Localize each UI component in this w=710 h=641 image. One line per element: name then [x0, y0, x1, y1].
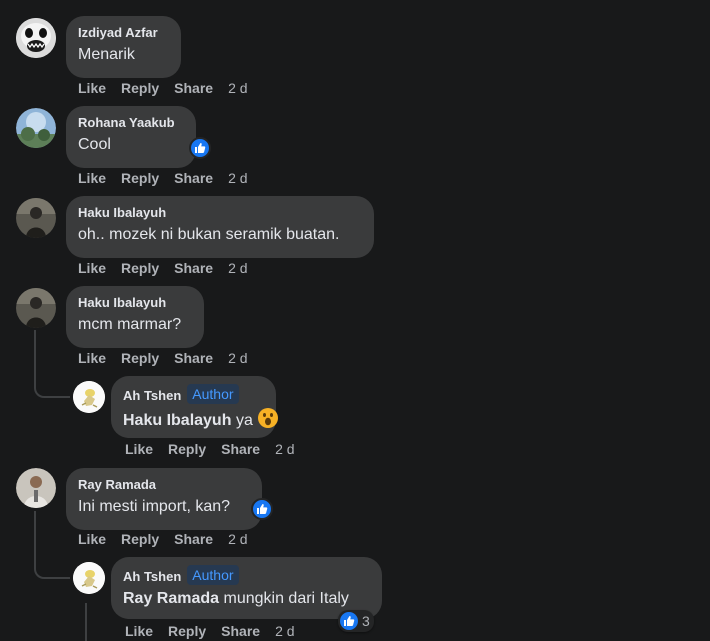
reply-button[interactable]: Reply	[121, 260, 159, 276]
reply-text-body: ya	[235, 412, 253, 429]
reply-text-body: mungkin dari Italy	[223, 590, 349, 607]
reply-actions: Like Reply Share 2 d	[125, 623, 310, 639]
wow-emoji-icon	[257, 407, 279, 435]
avatar[interactable]	[73, 562, 105, 594]
reply-text: Ray Ramada mungkin dari Italy	[123, 588, 370, 609]
avatar[interactable]	[16, 468, 56, 508]
like-button[interactable]: Like	[78, 531, 106, 547]
like-button[interactable]: Like	[125, 623, 153, 639]
comment-actions: Like Reply Share 2 d	[78, 260, 263, 276]
comment-author[interactable]: Haku Ibalayuh	[78, 204, 166, 221]
like-button[interactable]: Like	[125, 441, 153, 457]
like-button[interactable]: Like	[78, 260, 106, 276]
reply-button[interactable]: Reply	[121, 80, 159, 96]
share-button[interactable]: Share	[221, 441, 260, 457]
thread-line	[85, 603, 87, 641]
like-button[interactable]: Like	[78, 170, 106, 186]
reaction-summary[interactable]: 3	[338, 610, 374, 632]
comment-actions: Like Reply Share 2 d	[78, 80, 263, 96]
comment-text: oh.. mozek ni bukan seramik buatan.	[78, 226, 340, 243]
comment-bubble: Haku Ibalayuh mcm marmar?	[66, 286, 204, 348]
comment-bubble: Haku Ibalayuh oh.. mozek ni bukan serami…	[66, 196, 374, 258]
avatar[interactable]	[16, 108, 56, 148]
share-button[interactable]: Share	[174, 80, 213, 96]
comment-timestamp[interactable]: 2 d	[228, 531, 247, 547]
reply-button[interactable]: Reply	[168, 623, 206, 639]
comment-bubble: Izdiyad Azfar Menarik	[66, 16, 181, 78]
reply-timestamp[interactable]: 2 d	[275, 623, 294, 639]
avatar[interactable]	[73, 381, 105, 413]
like-reaction-icon	[340, 612, 358, 630]
reply-author[interactable]: Ah Tshen	[123, 387, 181, 404]
author-badge: Author	[187, 384, 239, 404]
reply-button[interactable]: Reply	[168, 441, 206, 457]
comment-author[interactable]: Ray Ramada	[78, 476, 156, 493]
comment-text: Menarik	[78, 46, 135, 63]
reply-button[interactable]: Reply	[121, 170, 159, 186]
comment-actions: Like Reply Share 2 d	[78, 531, 263, 547]
like-button[interactable]: Like	[78, 350, 106, 366]
avatar[interactable]	[16, 198, 56, 238]
mention-link[interactable]: Haku Ibalayuh	[123, 412, 231, 429]
avatar[interactable]	[16, 18, 56, 58]
comment-timestamp[interactable]: 2 d	[228, 170, 247, 186]
reply-button[interactable]: Reply	[121, 350, 159, 366]
thread-line	[34, 330, 36, 368]
comment-text: Ini mesti import, kan?	[78, 498, 231, 515]
author-badge: Author	[187, 565, 239, 585]
like-reaction-icon[interactable]	[251, 498, 273, 520]
comment-actions: Like Reply Share 2 d	[78, 350, 263, 366]
comment-bubble: Ray Ramada Ini mesti import, kan?	[66, 468, 262, 530]
avatar[interactable]	[16, 288, 56, 328]
reply-timestamp[interactable]: 2 d	[275, 441, 294, 457]
comment-text: mcm marmar?	[78, 316, 182, 333]
thread-connector	[34, 366, 70, 398]
share-button[interactable]: Share	[174, 531, 213, 547]
comment-bubble: Rohana Yaakub Cool	[66, 106, 196, 168]
comment-actions: Like Reply Share 2 d	[78, 170, 263, 186]
mention-link[interactable]: Ray Ramada	[123, 590, 219, 607]
reply-actions: Like Reply Share 2 d	[125, 441, 310, 457]
comment-author[interactable]: Izdiyad Azfar	[78, 24, 158, 41]
reply-author[interactable]: Ah Tshen	[123, 568, 181, 585]
thread-connector	[34, 547, 70, 579]
comment-author[interactable]: Rohana Yaakub	[78, 114, 175, 131]
like-reaction-icon[interactable]	[189, 137, 211, 159]
comment-author[interactable]: Haku Ibalayuh	[78, 294, 166, 311]
share-button[interactable]: Share	[221, 623, 260, 639]
share-button[interactable]: Share	[174, 260, 213, 276]
comment-text: Cool	[78, 136, 111, 153]
reply-text: Haku Ibalayuh ya	[123, 407, 279, 435]
share-button[interactable]: Share	[174, 170, 213, 186]
comment-timestamp[interactable]: 2 d	[228, 350, 247, 366]
thread-line	[34, 511, 36, 549]
share-button[interactable]: Share	[174, 350, 213, 366]
reply-button[interactable]: Reply	[121, 531, 159, 547]
comment-timestamp[interactable]: 2 d	[228, 80, 247, 96]
comment-timestamp[interactable]: 2 d	[228, 260, 247, 276]
like-button[interactable]: Like	[78, 80, 106, 96]
reply-bubble: Ah Tshen Author Ray Ramada mungkin dari I…	[111, 557, 382, 619]
reaction-count: 3	[362, 613, 370, 629]
reply-bubble: Ah Tshen Author Haku Ibalayuh ya	[111, 376, 279, 438]
